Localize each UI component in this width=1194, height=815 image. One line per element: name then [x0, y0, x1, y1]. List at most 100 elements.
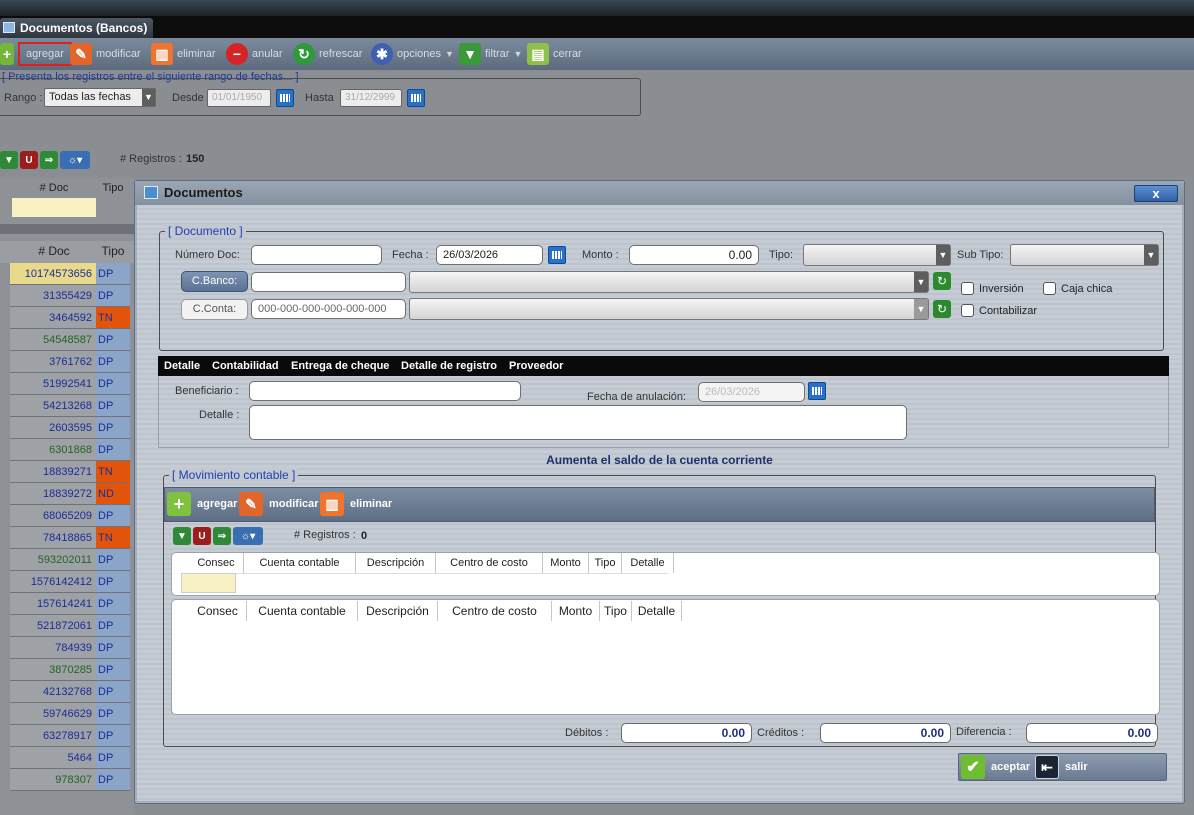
highlight-icon[interactable]: ☼▾	[60, 151, 90, 169]
move-icon[interactable]: ⇒	[213, 527, 231, 545]
filtrar-button[interactable]: ▼ filtrar ▼	[459, 41, 522, 67]
col-header[interactable]: Monto	[543, 553, 589, 573]
cbanco-refresh-icon[interactable]: ↻	[933, 272, 951, 290]
desde-calendar-icon[interactable]	[276, 89, 294, 107]
col-header[interactable]: Tipo	[589, 553, 622, 573]
monto-input[interactable]: 0.00	[629, 245, 759, 265]
cconta-button[interactable]: C.Conta:	[181, 299, 248, 320]
col-header[interactable]: Monto	[552, 601, 600, 621]
inversion-checkbox[interactable]	[961, 282, 974, 295]
close-icon[interactable]: x	[1134, 185, 1178, 202]
tab-detalle-registro[interactable]: Detalle de registro	[401, 360, 497, 372]
col-header[interactable]: Detalle	[632, 601, 682, 621]
table-row[interactable]: 59746629 DP	[0, 703, 134, 725]
mov-agregar-button[interactable]: + agregar	[167, 492, 237, 516]
rango-select[interactable]: Todas las fechas ▼	[44, 88, 156, 107]
table-row[interactable]: 3464592 TN	[0, 307, 134, 329]
opciones-button[interactable]: ✱ opciones ▼	[371, 41, 454, 67]
table-row[interactable]: 54548587 DP	[0, 329, 134, 351]
col-header[interactable]: Cuenta contable	[244, 553, 356, 573]
eliminar-button[interactable]: ▥ eliminar	[151, 41, 216, 67]
cajachica-checkbox[interactable]	[1043, 282, 1056, 295]
beneficiario-input[interactable]	[249, 381, 521, 401]
table-row[interactable]: 157614241 DP	[0, 593, 134, 615]
hasta-input[interactable]: 31/12/2999	[340, 89, 402, 107]
cconta-refresh-icon[interactable]: ↻	[933, 300, 951, 318]
table-row[interactable]: 18839272 ND	[0, 483, 134, 505]
col-header[interactable]: Centro de costo	[436, 553, 543, 573]
anulacion-input[interactable]: 26/03/2026	[698, 382, 805, 402]
anular-button[interactable]: − anular	[226, 41, 283, 67]
cconta-input[interactable]: 000-000-000-000-000-000	[251, 299, 406, 319]
filter-row-cell[interactable]	[12, 198, 96, 217]
col-header[interactable]: Descripción	[358, 601, 438, 621]
col-header[interactable]: Tipo	[600, 601, 632, 621]
table-row[interactable]: 42132768 DP	[0, 681, 134, 703]
table-row[interactable]: 3761762 DP	[0, 351, 134, 373]
dialog-title-bar[interactable]: Documentos x	[135, 181, 1184, 205]
highlight-icon[interactable]: ☼▾	[233, 527, 263, 545]
table-row[interactable]: 78418865 TN	[0, 527, 134, 549]
numero-doc-input[interactable]	[251, 245, 382, 265]
col-header-tipo[interactable]: Tipo	[96, 178, 130, 198]
tipo-select[interactable]: ▼	[803, 244, 951, 266]
mov-modificar-button[interactable]: ✎ modificar	[239, 492, 319, 516]
cbanco-input[interactable]	[251, 272, 406, 292]
mov-filter-cell[interactable]	[181, 573, 236, 593]
col-header-doc[interactable]: # Doc	[12, 178, 96, 198]
agregar-button[interactable]: + agregar	[0, 41, 72, 67]
aceptar-button[interactable]: ✔ aceptar	[961, 755, 1030, 779]
table-row[interactable]: 6301868 DP	[0, 439, 134, 461]
table-row[interactable]: 3870285 DP	[0, 659, 134, 681]
cbanco-button[interactable]: C.Banco:	[181, 271, 248, 292]
table-row[interactable]: 978307 DP	[0, 769, 134, 791]
table-row[interactable]: 1576142412 DP	[0, 571, 134, 593]
table-row[interactable]: 68065209 DP	[0, 505, 134, 527]
table-row[interactable]: 63278917 DP	[0, 725, 134, 747]
col-header-doc-2[interactable]: # Doc	[12, 244, 96, 258]
table-row[interactable]: 31355429 DP	[0, 285, 134, 307]
col-header[interactable]: Cuenta contable	[247, 601, 358, 621]
magnet-icon[interactable]: U	[193, 527, 211, 545]
window-tab[interactable]: Documentos (Bancos)	[0, 18, 154, 38]
mov-eliminar-button[interactable]: ▥ eliminar	[320, 492, 392, 516]
tab-proveedor[interactable]: Proveedor	[509, 360, 563, 372]
table-row[interactable]: 54213268 DP	[0, 395, 134, 417]
col-header[interactable]: Consec	[189, 601, 247, 621]
fecha-calendar-icon[interactable]	[548, 246, 566, 264]
contabilizar-checkbox[interactable]	[961, 304, 974, 317]
h-scrollbar[interactable]	[0, 224, 134, 234]
export-icon[interactable]: ▼	[173, 527, 191, 545]
cconta-select[interactable]: ▼	[409, 298, 929, 320]
col-header[interactable]: Detalle	[622, 553, 674, 573]
table-row[interactable]: 51992541 DP	[0, 373, 134, 395]
magnet-icon[interactable]: U	[20, 151, 38, 169]
table-row[interactable]: 10174573656 DP	[0, 263, 134, 285]
table-row[interactable]: 18839271 TN	[0, 461, 134, 483]
table-row[interactable]: 2603595 DP	[0, 417, 134, 439]
table-row[interactable]: 593202011 DP	[0, 549, 134, 571]
mov-filter-row[interactable]	[236, 573, 668, 593]
table-row[interactable]: 5464 DP	[0, 747, 134, 769]
col-header-tipo-2[interactable]: Tipo	[96, 244, 130, 258]
desde-input[interactable]: 01/01/1950	[207, 89, 271, 107]
refrescar-button[interactable]: ↻ refrescar	[293, 41, 362, 67]
hasta-calendar-icon[interactable]	[407, 89, 425, 107]
col-header[interactable]: Consec	[189, 553, 244, 573]
col-header[interactable]: Descripción	[356, 553, 436, 573]
tab-contabilidad[interactable]: Contabilidad	[212, 360, 279, 372]
tab-entrega-cheque[interactable]: Entrega de cheque	[291, 360, 389, 372]
move-icon[interactable]: ⇒	[40, 151, 58, 169]
modificar-button[interactable]: ✎ modificar	[70, 41, 141, 67]
subtipo-select[interactable]: ▼	[1010, 244, 1159, 266]
cerrar-button[interactable]: ▤ cerrar	[527, 41, 582, 67]
tab-detalle[interactable]: Detalle	[164, 360, 200, 372]
export-icon[interactable]: ▼	[0, 151, 18, 169]
detalle-textarea[interactable]	[249, 405, 907, 440]
table-row[interactable]: 784939 DP	[0, 637, 134, 659]
col-header[interactable]: Centro de costo	[438, 601, 552, 621]
anulacion-calendar-icon[interactable]	[808, 382, 826, 400]
fecha-input[interactable]: 26/03/2026	[436, 245, 543, 265]
table-row[interactable]: 521872061 DP	[0, 615, 134, 637]
salir-button[interactable]: ⇤ salir	[1035, 755, 1088, 779]
